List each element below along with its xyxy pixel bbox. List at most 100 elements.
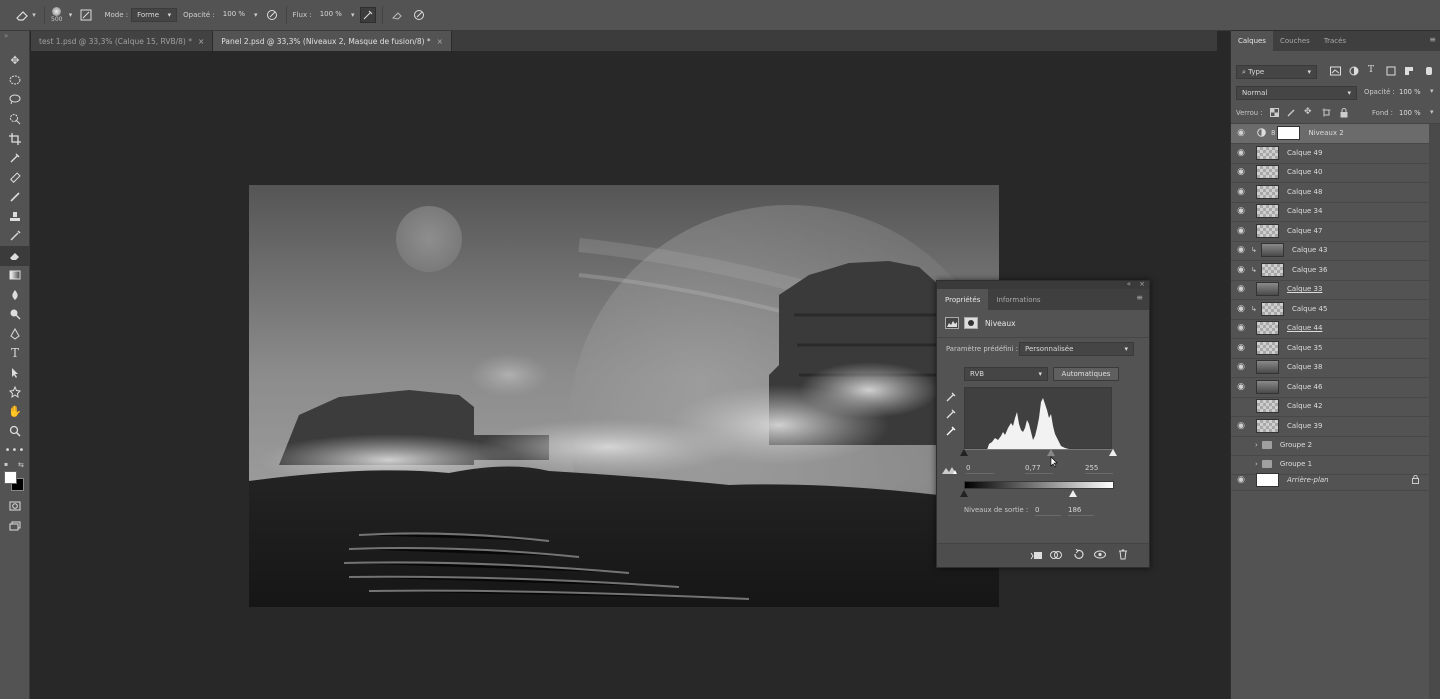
pressure-opacity-icon[interactable]	[264, 7, 280, 23]
layer-row[interactable]: ◉ Arrière-plan	[1231, 471, 1429, 491]
lock-position-icon[interactable]: ✥	[1304, 107, 1312, 117]
chevron-down-icon[interactable]: ▾	[254, 11, 258, 19]
chevron-down-icon[interactable]: ▾	[66, 7, 74, 23]
layer-row[interactable]: ◉ Calque 40	[1231, 163, 1429, 183]
foreground-color-swatch[interactable]	[4, 470, 17, 484]
artwork-image[interactable]	[249, 185, 999, 607]
screen-mode-icon[interactable]	[0, 516, 30, 536]
tab-panel-2[interactable]: Panel 2.psd @ 33,3% (Niveaux 2, Masque d…	[213, 31, 452, 51]
history-brush-tool-icon[interactable]	[0, 227, 30, 247]
input-gamma-slider-handle[interactable]	[1047, 449, 1055, 456]
layer-row[interactable]: ◉ Calque 35	[1231, 339, 1429, 359]
opacity-field[interactable]: 100 %	[218, 8, 250, 22]
layer-row[interactable]: ◉ Calque 44	[1231, 319, 1429, 339]
eye-icon[interactable]: ◉	[1231, 343, 1251, 353]
panel-menu-icon[interactable]: ≡	[1429, 35, 1436, 44]
crop-tool-icon[interactable]	[0, 129, 30, 149]
input-gamma-field[interactable]: 0,77	[1025, 463, 1053, 474]
panel-menu-icon[interactable]: ≡	[1136, 293, 1143, 302]
chevron-right-icon[interactable]: ›	[1255, 441, 1258, 449]
tab-proprietes[interactable]: Propriétés	[937, 289, 989, 310]
pressure-size-icon[interactable]	[411, 7, 427, 23]
layer-filter-select[interactable]: ⌕ Type ▾	[1236, 65, 1317, 79]
layer-row[interactable]: ◉ Calque 34	[1231, 202, 1429, 222]
eye-icon[interactable]: ◉	[1231, 167, 1251, 177]
layer-row[interactable]: ◉ Calque 46	[1231, 378, 1429, 398]
brush-panel-icon[interactable]	[78, 7, 94, 23]
chevron-down-icon[interactable]: ▾	[351, 11, 355, 19]
layers-scrollbar[interactable]	[1429, 124, 1440, 699]
erase-history-icon[interactable]	[389, 7, 405, 23]
eye-icon[interactable]: ◉	[1231, 265, 1251, 275]
eraser-tool-icon[interactable]	[0, 246, 30, 266]
opacity-field[interactable]: 100 %	[1399, 88, 1421, 96]
lasso-tool-icon[interactable]	[0, 90, 30, 110]
close-icon[interactable]: ×	[198, 37, 204, 46]
eye-icon[interactable]: ◉	[1231, 475, 1251, 485]
layer-row[interactable]: ◉ 8 Niveaux 2	[1231, 124, 1429, 144]
filter-shape-icon[interactable]	[1386, 66, 1396, 78]
layer-row[interactable]: ◉ Calque 47	[1231, 222, 1429, 242]
layer-mask-icon[interactable]	[964, 317, 978, 329]
layer-row[interactable]: ◉ ↳ Calque 36	[1231, 261, 1429, 281]
blur-tool-icon[interactable]	[0, 285, 30, 305]
default-colors-icon[interactable]: ▪	[4, 461, 8, 468]
tab-couches[interactable]: Couches	[1273, 31, 1317, 51]
eye-icon[interactable]: ◉	[1231, 206, 1251, 216]
auto-button[interactable]: Automatiques	[1053, 367, 1119, 381]
eye-hidden-box[interactable]: ◉	[1231, 440, 1251, 450]
lock-artboard-icon[interactable]	[1322, 108, 1331, 119]
close-icon[interactable]: ×	[1139, 280, 1145, 288]
path-selection-tool-icon[interactable]	[0, 363, 30, 383]
tab-traces[interactable]: Tracés	[1317, 31, 1353, 51]
chevron-right-icon[interactable]: ›	[1255, 460, 1258, 468]
chain-link-icon[interactable]: 8	[1271, 129, 1275, 137]
input-black-slider-handle[interactable]	[960, 449, 968, 456]
lock-transparent-icon[interactable]	[1270, 108, 1279, 119]
eye-icon[interactable]: ◉	[1231, 362, 1251, 372]
lock-image-icon[interactable]	[1287, 108, 1296, 119]
marquee-tool-icon[interactable]	[0, 71, 30, 91]
filter-adjustment-icon[interactable]	[1349, 66, 1359, 78]
eye-icon[interactable]: ◉	[1231, 128, 1251, 138]
preset-select[interactable]: Personnalisée ▾	[1019, 342, 1134, 356]
delete-icon[interactable]	[1118, 549, 1128, 562]
reset-icon[interactable]	[1073, 548, 1084, 562]
black-point-eyedropper-icon[interactable]	[945, 391, 957, 405]
layer-row[interactable]: ◉ Calque 39	[1231, 417, 1429, 437]
eye-hidden-box[interactable]: ◉	[1231, 401, 1251, 411]
fill-field[interactable]: 100 %	[1399, 109, 1421, 117]
output-white-slider-handle[interactable]	[1069, 490, 1077, 497]
dodge-tool-icon[interactable]	[0, 305, 30, 325]
type-tool-icon[interactable]: T	[0, 344, 30, 364]
eye-icon[interactable]: ◉	[1231, 323, 1251, 333]
layer-row[interactable]: ◉ Calque 48	[1231, 183, 1429, 203]
brush-preset-picker[interactable]: 500	[51, 7, 62, 23]
layer-mask-thumbnail[interactable]	[1277, 126, 1301, 141]
more-tools-icon[interactable]: •••	[0, 441, 30, 461]
eye-icon[interactable]: ◉	[1231, 226, 1251, 236]
output-black-field[interactable]: 0	[1035, 505, 1061, 516]
lock-all-icon[interactable]	[1340, 108, 1348, 120]
eye-hidden-box[interactable]: ◉	[1231, 459, 1251, 469]
flow-field[interactable]: 100 %	[315, 8, 347, 22]
filter-pixel-icon[interactable]	[1330, 66, 1341, 78]
layer-row[interactable]: ◉ Calque 42	[1231, 397, 1429, 417]
eye-icon[interactable]: ◉	[1231, 187, 1251, 197]
layer-row[interactable]: ◉ Calque 33	[1231, 280, 1429, 300]
filter-toggle-icon[interactable]	[1426, 66, 1432, 78]
channel-select[interactable]: RVB ▾	[964, 367, 1048, 381]
zoom-tool-icon[interactable]	[0, 422, 30, 442]
view-previous-state-icon[interactable]	[1050, 550, 1062, 562]
chevron-down-icon[interactable]: ▾	[1430, 87, 1434, 95]
blend-mode-select[interactable]: Normal ▾	[1236, 86, 1357, 100]
clip-to-layer-icon[interactable]	[1030, 550, 1042, 562]
input-black-field[interactable]: 0	[966, 463, 994, 474]
mode-select[interactable]: Forme ▾	[131, 8, 178, 22]
eye-icon[interactable]: ◉	[1231, 245, 1251, 255]
layer-row[interactable]: ◉ ↳ Calque 43	[1231, 241, 1429, 261]
gradient-tool-icon[interactable]	[0, 266, 30, 286]
custom-shape-tool-icon[interactable]	[0, 383, 30, 403]
clone-stamp-tool-icon[interactable]	[0, 207, 30, 227]
output-black-slider-handle[interactable]	[960, 490, 968, 497]
